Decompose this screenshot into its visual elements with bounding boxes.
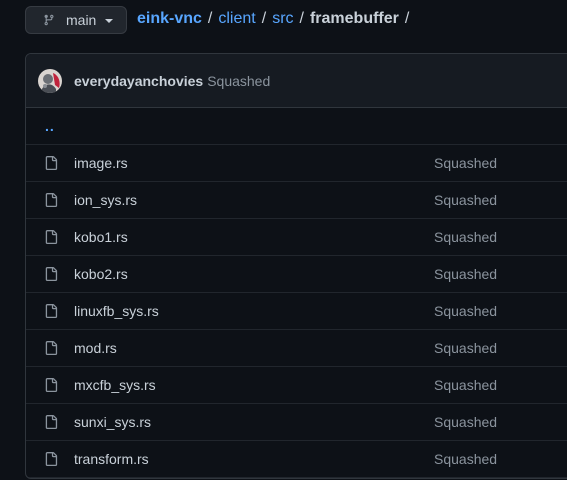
table-row[interactable]: mod.rs Squashed bbox=[26, 330, 567, 367]
breadcrumb-separator: / bbox=[261, 10, 267, 27]
file-name-link[interactable]: ion_sys.rs bbox=[74, 192, 137, 208]
breadcrumb-repo-link[interactable]: eink-vnc bbox=[137, 10, 202, 28]
breadcrumb-separator: / bbox=[207, 10, 213, 27]
file-icon bbox=[44, 229, 58, 245]
file-name-link[interactable]: kobo2.rs bbox=[74, 266, 128, 282]
file-name-link[interactable]: mod.rs bbox=[74, 340, 117, 356]
latest-commit-bar: everydayanchovies Squashed bbox=[26, 54, 567, 108]
file-icon bbox=[44, 155, 58, 171]
file-name-link[interactable]: image.rs bbox=[74, 155, 128, 171]
file-icon bbox=[44, 340, 58, 356]
file-commit-message[interactable]: Squashed bbox=[434, 377, 497, 393]
file-listing: everydayanchovies Squashed .. image.rs S… bbox=[25, 53, 567, 479]
commit-message[interactable]: Squashed bbox=[207, 73, 270, 89]
breadcrumb-separator: / bbox=[299, 10, 304, 27]
parent-directory-link[interactable]: .. bbox=[45, 118, 55, 134]
table-row[interactable]: kobo1.rs Squashed bbox=[26, 219, 567, 256]
breadcrumb-trailing-slash: / bbox=[404, 10, 410, 27]
table-row[interactable]: mxcfb_sys.rs Squashed bbox=[26, 367, 567, 404]
table-row[interactable]: ion_sys.rs Squashed bbox=[26, 182, 567, 219]
file-icon bbox=[44, 266, 58, 282]
breadcrumb-client-link[interactable]: client bbox=[218, 10, 255, 28]
file-icon bbox=[44, 377, 58, 393]
file-commit-message[interactable]: Squashed bbox=[434, 266, 497, 282]
file-name-link[interactable]: transform.rs bbox=[74, 451, 149, 467]
table-row[interactable]: sunxi_sys.rs Squashed bbox=[26, 404, 567, 441]
parent-directory-row[interactable]: .. bbox=[26, 108, 567, 145]
file-commit-message[interactable]: Squashed bbox=[434, 229, 497, 245]
file-commit-message[interactable]: Squashed bbox=[434, 155, 497, 171]
file-name-link[interactable]: kobo1.rs bbox=[74, 229, 128, 245]
file-commit-message[interactable]: Squashed bbox=[434, 340, 497, 356]
file-name-link[interactable]: sunxi_sys.rs bbox=[74, 414, 151, 430]
branch-name: main bbox=[66, 12, 97, 28]
file-commit-message[interactable]: Squashed bbox=[434, 303, 497, 319]
file-icon bbox=[44, 303, 58, 319]
commit-author[interactable]: everydayanchovies bbox=[74, 73, 203, 89]
file-name-link[interactable]: linuxfb_sys.rs bbox=[74, 303, 159, 319]
file-name-link[interactable]: mxcfb_sys.rs bbox=[74, 377, 156, 393]
breadcrumb: eink-vnc / client / src / framebuffer / bbox=[137, 10, 409, 28]
table-row[interactable]: linuxfb_sys.rs Squashed bbox=[26, 293, 567, 330]
avatar[interactable] bbox=[38, 68, 62, 93]
breadcrumb-current: framebuffer bbox=[309, 10, 399, 27]
breadcrumb-src-link[interactable]: src bbox=[272, 10, 293, 28]
file-icon bbox=[44, 414, 58, 430]
table-row[interactable]: kobo2.rs Squashed bbox=[26, 256, 567, 293]
branch-selector-button[interactable]: main bbox=[25, 6, 127, 34]
file-icon bbox=[44, 192, 58, 208]
table-row[interactable]: transform.rs Squashed bbox=[26, 441, 567, 478]
caret-down-icon bbox=[105, 19, 114, 23]
file-commit-message[interactable]: Squashed bbox=[434, 414, 497, 430]
file-commit-message[interactable]: Squashed bbox=[434, 451, 497, 467]
table-row[interactable]: image.rs Squashed bbox=[26, 145, 567, 182]
file-icon bbox=[44, 451, 58, 467]
git-branch-icon bbox=[43, 12, 57, 28]
file-commit-message[interactable]: Squashed bbox=[434, 192, 497, 208]
